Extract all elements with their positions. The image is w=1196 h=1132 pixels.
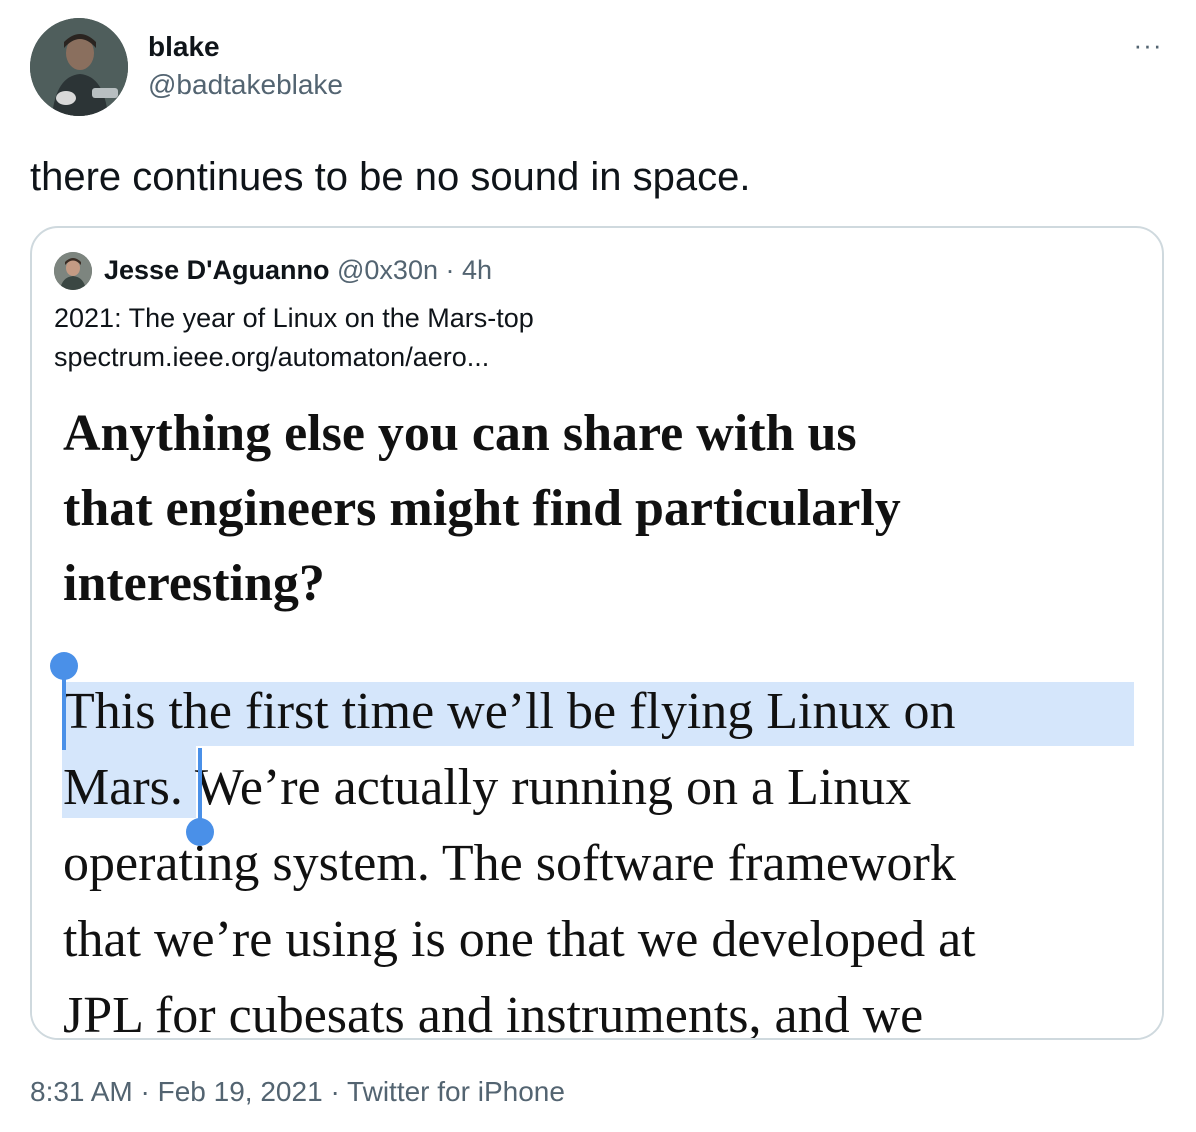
selection-start-caret bbox=[62, 668, 66, 750]
body-line: that we’re using is one that we develope… bbox=[63, 911, 976, 968]
heading-line: Anything else you can share with us bbox=[63, 405, 857, 462]
selection-end-caret bbox=[198, 748, 202, 828]
tweet-source[interactable]: Twitter for iPhone bbox=[347, 1076, 565, 1107]
tweet-time[interactable]: 8:31 AM bbox=[30, 1076, 133, 1107]
quoted-tweet-card[interactable]: Jesse D'Aguanno @0x30n · 4h 2021: The ye… bbox=[30, 226, 1164, 1040]
tweet-metadata: 8:31 AM · Feb 19, 2021 · Twitter for iPh… bbox=[30, 1074, 565, 1110]
article-heading: Anything else you can share with us that… bbox=[63, 396, 901, 621]
quoted-tweet-text: 2021: The year of Linux on the Mars-top bbox=[54, 303, 534, 333]
quoted-tweet-header: Jesse D'Aguanno @0x30n · 4h bbox=[104, 252, 492, 288]
quoted-avatar-photo bbox=[54, 252, 92, 290]
quoted-tweet-link[interactable]: spectrum.ieee.org/automaton/aero... bbox=[54, 339, 489, 375]
header-separator: · bbox=[445, 255, 455, 285]
quoted-tweet-time[interactable]: 4h bbox=[462, 255, 492, 285]
quoted-author-handle[interactable]: @0x30n bbox=[337, 255, 438, 285]
quoted-author-avatar[interactable] bbox=[54, 252, 92, 290]
body-line: This the first time we’ll be flying Linu… bbox=[63, 683, 956, 740]
heading-line: interesting? bbox=[63, 555, 325, 612]
quoted-tweet-image[interactable]: Anything else you can share with us that… bbox=[32, 388, 1162, 1038]
meta-separator: · bbox=[330, 1076, 340, 1107]
body-line: JPL for cubesats and instruments, and we bbox=[63, 987, 924, 1038]
quoted-author-name[interactable]: Jesse D'Aguanno bbox=[104, 255, 329, 285]
tweet-date[interactable]: Feb 19, 2021 bbox=[158, 1076, 323, 1107]
author-name[interactable]: blake bbox=[148, 30, 220, 64]
author-avatar[interactable] bbox=[30, 18, 128, 116]
author-handle[interactable]: @badtakeblake bbox=[148, 68, 343, 102]
meta-separator: · bbox=[140, 1076, 150, 1107]
more-options-icon[interactable]: ··· bbox=[1128, 30, 1168, 60]
tweet-text: there continues to be no sound in space. bbox=[30, 155, 751, 199]
heading-line: that engineers might find particularly bbox=[63, 480, 901, 537]
article-body: This the first time we’ll be flying Linu… bbox=[63, 674, 976, 1038]
selection-end-handle-icon bbox=[186, 818, 214, 846]
avatar-photo bbox=[30, 18, 128, 116]
